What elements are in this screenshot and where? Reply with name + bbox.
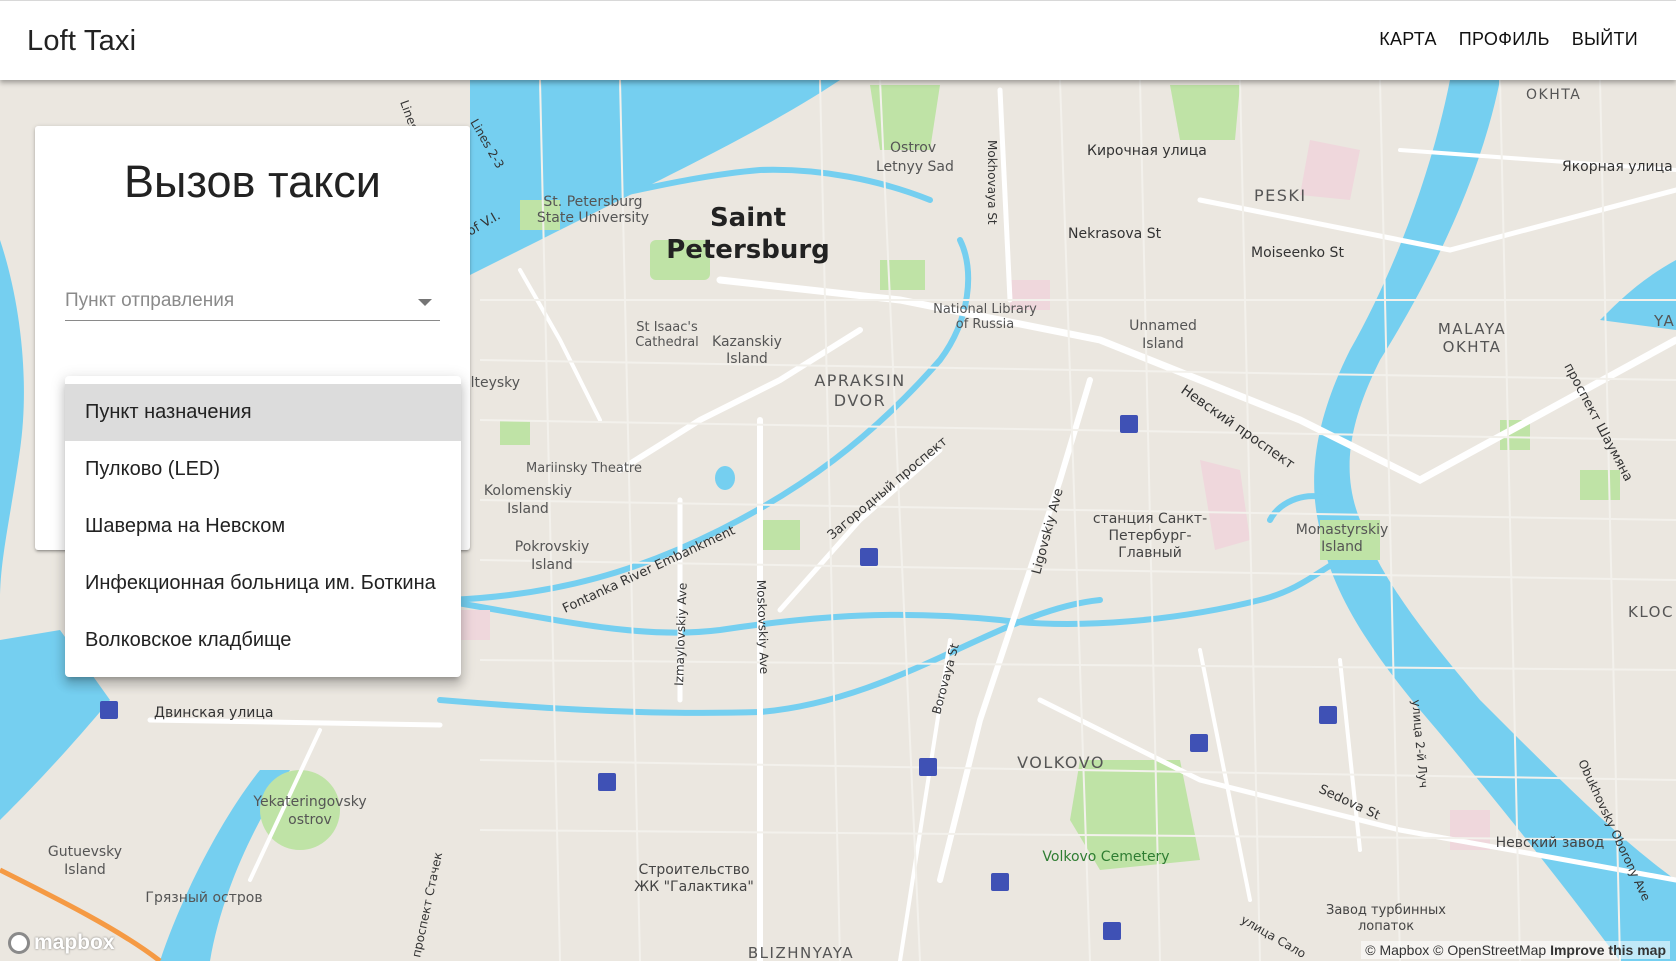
menu-item-volkovo-cemetery[interactable]: Волковское кладбище: [65, 612, 461, 669]
mapbox-logo-icon: [8, 932, 30, 954]
map-label-isaac-1: St Isaac's: [636, 320, 698, 335]
mapbox-logo-text: mapbox: [34, 931, 115, 954]
map-label-mariinsky: Mariinsky Theatre: [526, 461, 642, 476]
map-label-nlr-2: of Russia: [956, 317, 1014, 332]
map-label-station-3: Главный: [1118, 545, 1182, 561]
nav-profile-link[interactable]: ПРОФИЛЬ: [1459, 29, 1550, 50]
map-label-bliz: BLIZHNYAYA: [748, 944, 854, 961]
map-label-pokrovskiy-1: Pokrovskiy: [515, 539, 590, 555]
improve-map-link[interactable]: Improve this map: [1550, 942, 1666, 958]
map-label-monastyrskiy-2: Island: [1321, 539, 1363, 555]
map-label-kloch: KLOC: [1628, 603, 1674, 621]
map-label-apraksin-2: DVOR: [834, 391, 886, 410]
menu-item-botkin-hospital[interactable]: Инфекционная больница им. Боткина: [65, 555, 461, 612]
nav-map-link[interactable]: КАРТА: [1379, 29, 1437, 50]
map-label-gryazny: Грязный остров: [145, 890, 262, 906]
map-label-nlr-1: National Library: [933, 302, 1037, 317]
map-label-kolomenskiy-1: Kolomenskiy: [484, 483, 572, 499]
attribution-text[interactable]: © Mapbox © OpenStreetMap: [1365, 942, 1546, 958]
departure-select[interactable]: Пункт отправления: [65, 284, 440, 321]
chevron-down-icon: [418, 299, 432, 306]
map-label-kolomenskiy-2: Island: [507, 501, 549, 517]
map-label-pokrovskiy-2: Island: [531, 557, 573, 573]
map-label-yekat-2: ostrov: [288, 812, 332, 828]
map-label-okhta: OKHTA: [1526, 87, 1581, 103]
map-label-volkovo: VOLKOVO: [1017, 753, 1105, 772]
map-label-station-2: Петербург-: [1108, 528, 1191, 544]
map-label-unnamed-1: Unnamed: [1129, 318, 1197, 334]
map-label-zavod-2: лопаток: [1358, 919, 1414, 934]
map-label-gutuevsky-1: Gutuevsky: [48, 844, 122, 860]
map-label-volkovo-cemetery: Volkovo Cemetery: [1042, 849, 1169, 865]
menu-item-shaverma[interactable]: Шаверма на Невском: [65, 498, 461, 555]
map-label-monastyrskiy-1: Monastyrskiy: [1296, 522, 1389, 538]
map-label-stroy-1: Строительство: [638, 862, 749, 878]
map-label-moiseenko: Moiseenko St: [1251, 245, 1344, 261]
map-label-spbu-2: State University: [537, 210, 649, 226]
map-label-yekat-1: Yekateringovsky: [252, 794, 366, 810]
map-label-peski: PESKI: [1254, 186, 1307, 205]
map-label-malaya-2: OKHTA: [1443, 338, 1502, 356]
map-label-nevsky-zavod: Невский завод: [1496, 835, 1605, 851]
menu-item-pulkovo[interactable]: Пулково (LED): [65, 441, 461, 498]
mapbox-logo[interactable]: mapbox: [8, 931, 115, 955]
map-label-kazanskiy-1: Kazanskiy: [712, 334, 782, 350]
map-label-dvinskaya: Двинская улица: [154, 705, 274, 721]
map-label-station-1: станция Санкт-: [1093, 511, 1207, 527]
map-label-ostrov-2: Letnyy Sad: [876, 159, 954, 175]
map-label-stroy-2: ЖК "Галактика": [634, 879, 754, 895]
departure-placeholder: Пункт отправления: [65, 290, 235, 311]
menu-item-destination-placeholder[interactable]: Пункт назначения: [65, 384, 461, 441]
map-label-zavod-1: Завод турбинных: [1326, 903, 1446, 918]
map-label-unnamed-2: Island: [1142, 336, 1184, 352]
map-label-mokhovaya: Mokhovaya St: [985, 140, 999, 225]
map-label-gutuevsky-2: Island: [64, 862, 106, 878]
map-label-kirochnaya: Кирочная улица: [1087, 143, 1207, 159]
map-label-ya: YA: [1653, 312, 1675, 330]
map-label-spbu-1: St. Petersburg: [543, 194, 642, 210]
map-label-ostrov-1: Ostrov: [890, 140, 936, 156]
map-label-apraksin-1: APRAKSIN: [814, 371, 905, 390]
card-title: Вызов такси: [124, 156, 381, 207]
destination-menu: Пункт назначения Пулково (LED) Шаверма н…: [65, 376, 461, 677]
app-bar: Loft Taxi КАРТА ПРОФИЛЬ ВЫЙТИ: [0, 0, 1676, 80]
map-label-yakornaya: Якорная улица: [1562, 159, 1673, 175]
map-label-isaac-2: Cathedral: [635, 335, 699, 350]
map-label-nekrasova: Nekrasova St: [1068, 226, 1162, 242]
map-label-city-1: Saint: [710, 203, 786, 233]
map-attribution: © Mapbox © OpenStreetMap Improve this ma…: [1361, 941, 1670, 959]
map-label-malaya-1: MALAYA: [1438, 320, 1506, 338]
map-label-city-2: Petersburg: [666, 235, 830, 265]
map-label-alteysky: alteysky: [462, 375, 520, 391]
nav-logout-link[interactable]: ВЫЙТИ: [1572, 29, 1638, 50]
map-label-kazanskiy-2: Island: [726, 351, 768, 367]
main-nav: КАРТА ПРОФИЛЬ ВЫЙТИ: [1379, 29, 1638, 50]
app-title: Loft Taxi: [27, 25, 137, 57]
